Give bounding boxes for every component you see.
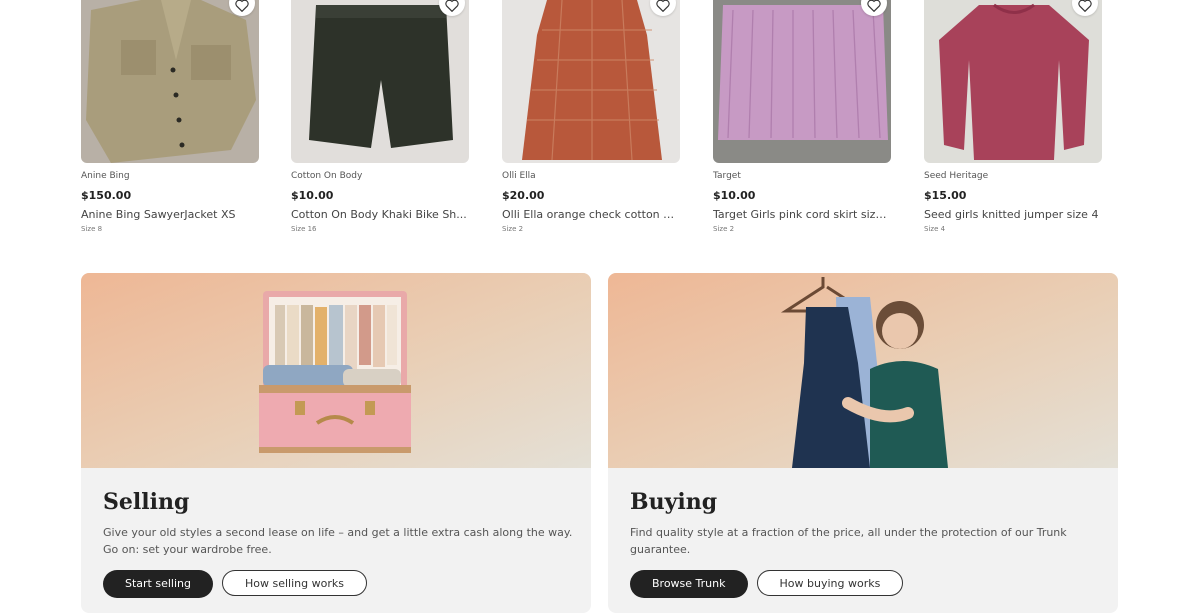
product-size: Size 4 (924, 225, 946, 233)
selling-description: Give your old styles a second lease on l… (103, 526, 573, 556)
product-card[interactable]: Seed Heritage $15.00 Seed girls knitted … (924, 0, 1102, 234)
product-price: $10.00 (713, 189, 756, 202)
product-brand: Olli Ella (502, 171, 536, 181)
product-row: Anine Bing $150.00 Anine Bing SawyerJack… (0, 0, 1200, 260)
product-title[interactable]: Target Girls pink cord skirt size 2 (713, 208, 891, 222)
product-card[interactable]: Cotton On Body $10.00 Cotton On Body Kha… (291, 0, 469, 234)
buying-image (608, 273, 1118, 468)
product-size: Size 2 (502, 225, 524, 233)
product-card[interactable]: Anine Bing $150.00 Anine Bing SawyerJack… (81, 0, 259, 234)
how-buying-works-button[interactable]: How buying works (756, 570, 904, 596)
selling-panel: Selling Give your old styles a second le… (81, 273, 591, 613)
heart-icon (235, 0, 249, 12)
start-selling-button[interactable]: Start selling (103, 570, 213, 598)
heart-icon (656, 0, 670, 12)
product-price: $150.00 (81, 189, 132, 202)
product-size: Size 16 (291, 225, 317, 233)
product-image[interactable] (713, 0, 891, 163)
product-card[interactable]: Target $10.00 Target Girls pink cord ski… (713, 0, 891, 234)
selling-heading: Selling (103, 489, 190, 515)
product-image[interactable] (502, 0, 680, 163)
product-brand: Cotton On Body (291, 171, 363, 181)
product-price: $20.00 (502, 189, 545, 202)
product-brand: Target (713, 171, 741, 181)
product-title[interactable]: Cotton On Body Khaki Bike Sh... (291, 208, 469, 222)
product-size: Size 8 (81, 225, 103, 233)
product-image[interactable] (924, 0, 1102, 163)
selling-image (81, 273, 591, 468)
product-size: Size 2 (713, 225, 735, 233)
heart-icon (445, 0, 459, 12)
product-price: $15.00 (924, 189, 967, 202)
product-title[interactable]: Anine Bing SawyerJacket XS (81, 208, 259, 222)
product-title[interactable]: Seed girls knitted jumper size 4 (924, 208, 1102, 222)
product-brand: Seed Heritage (924, 171, 989, 181)
how-selling-works-button[interactable]: How selling works (222, 570, 367, 596)
product-price: $10.00 (291, 189, 334, 202)
buying-heading: Buying (630, 489, 718, 515)
product-card[interactable]: Olli Ella $20.00 Olli Ella orange check … (502, 0, 680, 234)
heart-icon (1078, 0, 1092, 12)
buying-description: Find quality style at a fraction of the … (630, 526, 1067, 556)
product-image[interactable] (291, 0, 469, 163)
product-title[interactable]: Olli Ella orange check cotton dr... (502, 208, 680, 222)
product-brand: Anine Bing (81, 171, 130, 181)
heart-icon (867, 0, 881, 12)
buying-panel: Buying Find quality style at a fraction … (608, 273, 1118, 613)
browse-trunk-button[interactable]: Browse Trunk (630, 570, 748, 598)
product-image[interactable] (81, 0, 259, 163)
